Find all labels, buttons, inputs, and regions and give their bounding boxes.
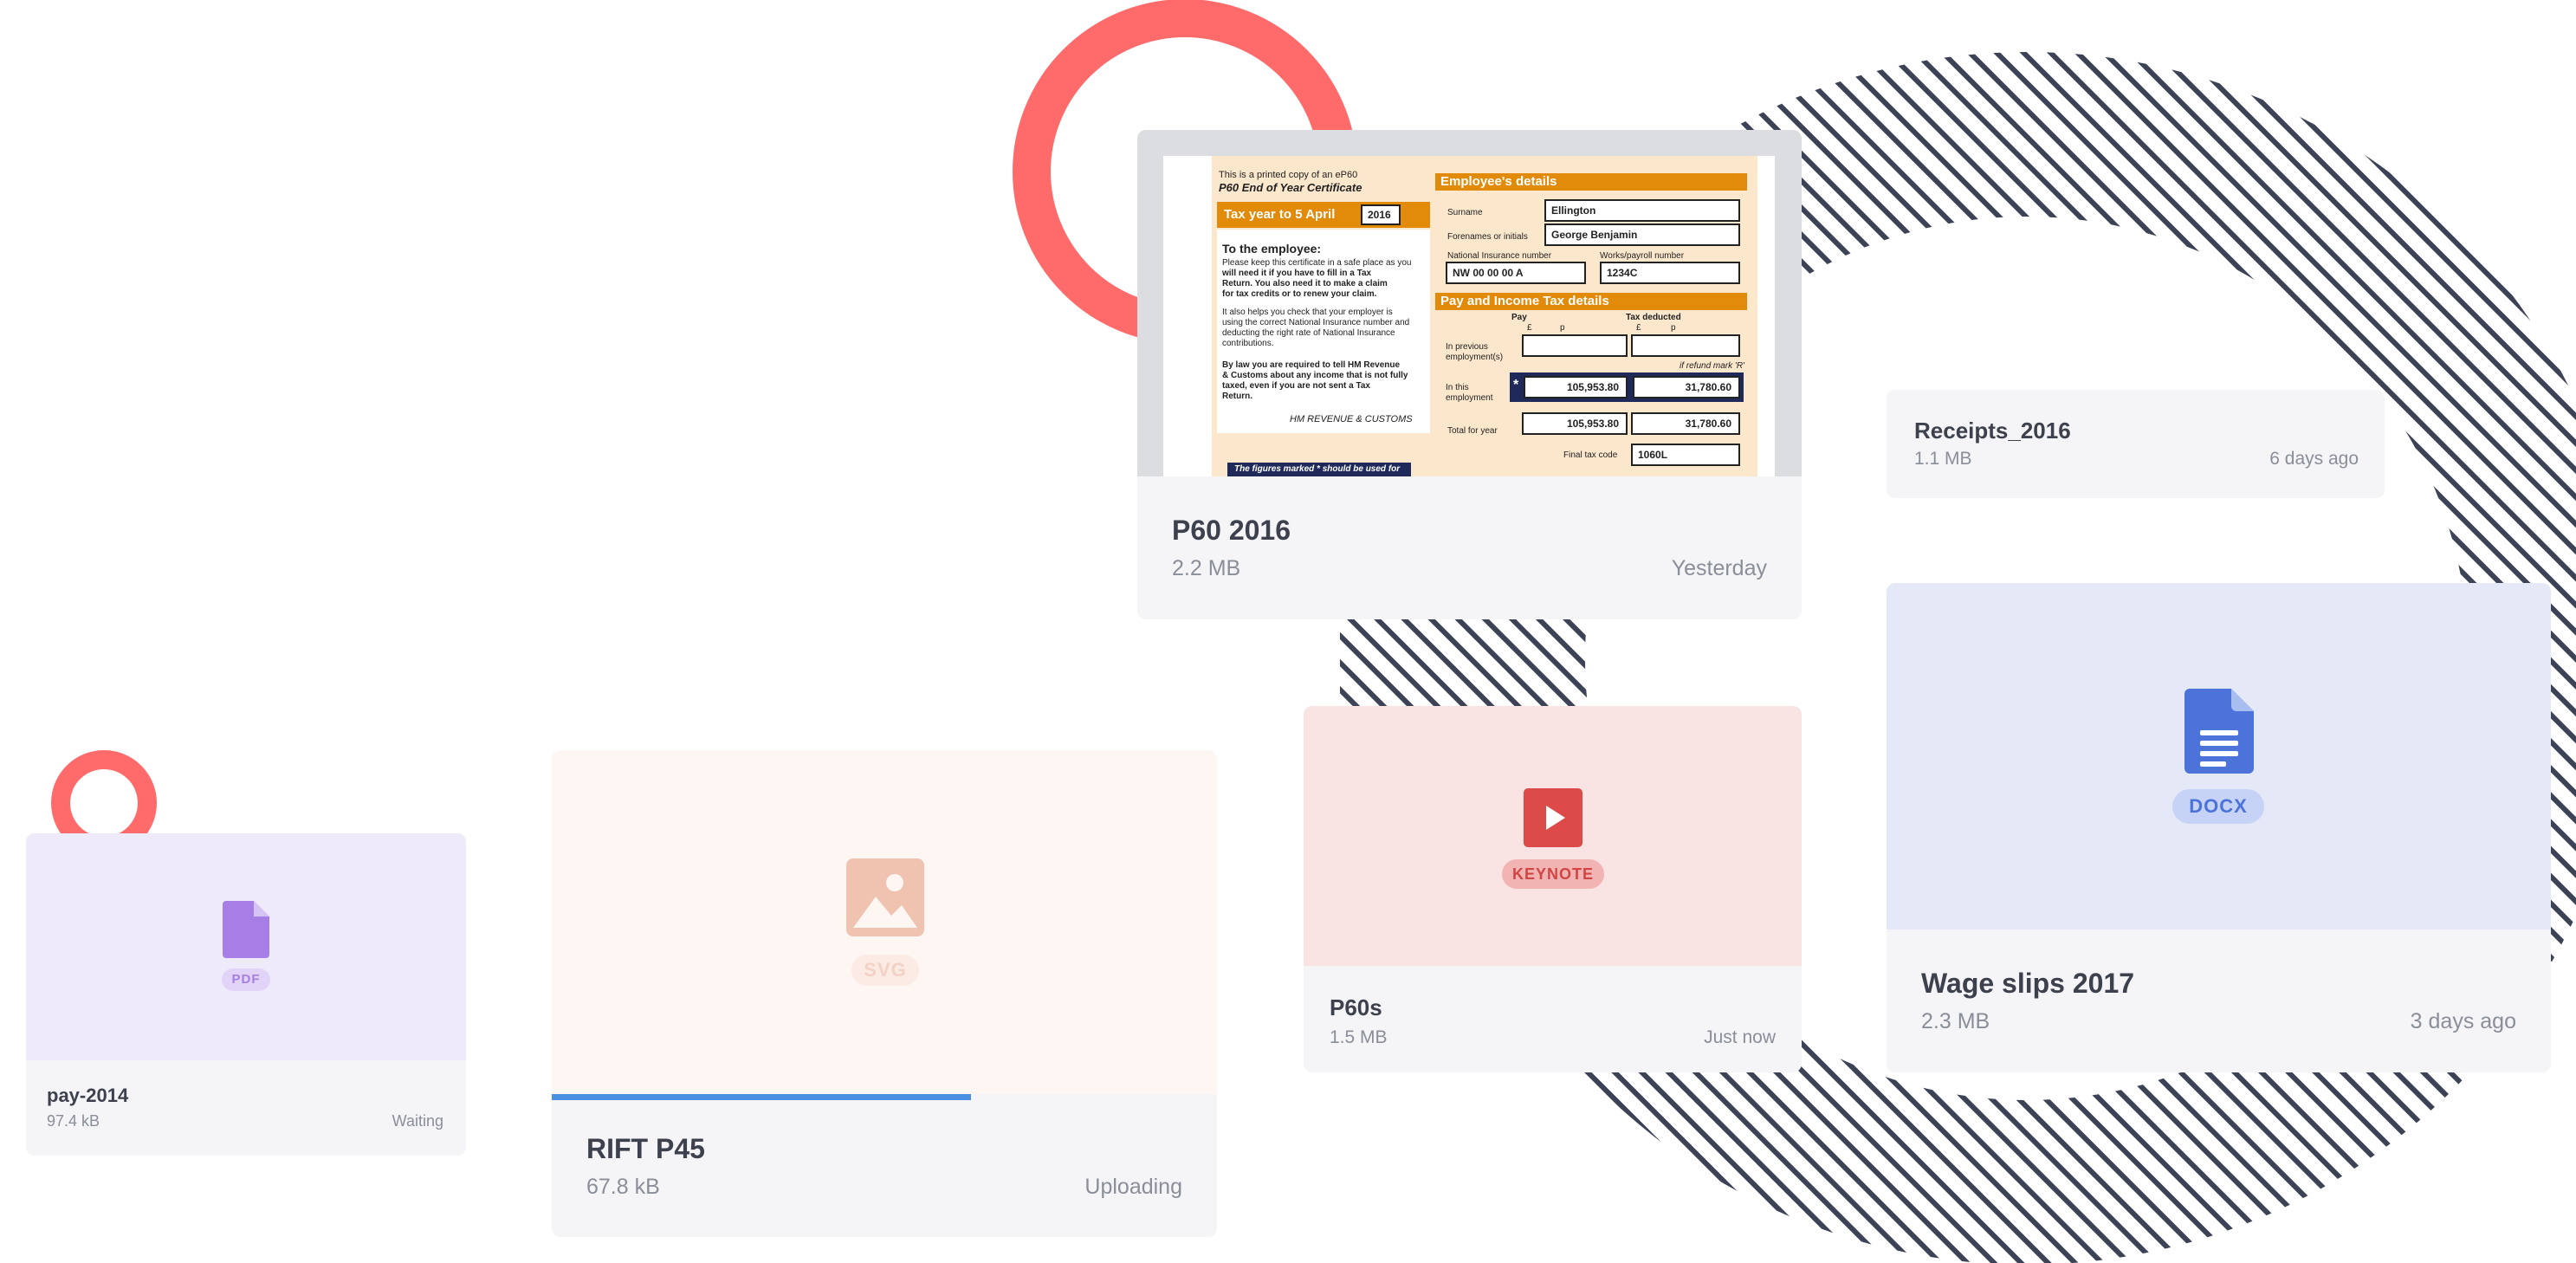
file-card-receipts-2016[interactable]: Receipts_2016 1.1 MB 6 days ago xyxy=(1887,390,2385,498)
file-card-pay-2014[interactable]: PDF pay-2014 97.4 kB Waiting xyxy=(26,833,466,1156)
file-size: 2.3 MB xyxy=(1921,1009,1990,1033)
file-preview: DOCX xyxy=(1887,583,2551,929)
file-card-p60-2016[interactable]: This is a printed copy of an eP60 P60 En… xyxy=(1137,130,1802,619)
file-status: Waiting xyxy=(392,1112,443,1130)
file-size: 1.1 MB xyxy=(1914,449,1972,469)
file-card-wage-slips-2017[interactable]: DOCX Wage slips 2017 2.3 MB 3 days ago xyxy=(1887,583,2551,1072)
file-status: 3 days ago xyxy=(2410,1009,2516,1033)
document-thumbnail: This is a printed copy of an eP60 P60 En… xyxy=(1163,156,1775,476)
file-preview: KEYNOTE xyxy=(1304,706,1802,966)
file-name: RIFT P45 xyxy=(586,1133,705,1164)
p60-certificate: This is a printed copy of an eP60 P60 En… xyxy=(1212,156,1757,476)
file-card-p60s[interactable]: KEYNOTE P60s 1.5 MB Just now xyxy=(1304,706,1802,1072)
file-status: Yesterday xyxy=(1671,556,1767,580)
file-card-rift-p45[interactable]: SVG RIFT P45 67.8 kB Uploading xyxy=(552,750,1217,1237)
file-preview: This is a printed copy of an eP60 P60 En… xyxy=(1137,130,1802,476)
file-name: P60s xyxy=(1330,994,1382,1020)
file-name: Wage slips 2017 xyxy=(1921,968,2135,999)
file-type-badge: PDF xyxy=(222,968,270,991)
upload-progress-bar xyxy=(552,1094,971,1100)
file-type-badge: SVG xyxy=(851,955,919,986)
file-name: pay-2014 xyxy=(47,1085,129,1106)
play-icon xyxy=(1524,788,1582,847)
google-docs-icon xyxy=(2184,689,2254,774)
image-icon xyxy=(846,858,924,936)
file-preview: PDF xyxy=(26,833,466,1060)
file-type-badge: KEYNOTE xyxy=(1502,859,1604,889)
file-status: Just now xyxy=(1704,1027,1776,1047)
document-icon xyxy=(223,901,269,958)
file-size: 97.4 kB xyxy=(47,1112,100,1130)
file-type-badge: DOCX xyxy=(2172,789,2264,824)
file-preview: SVG xyxy=(552,750,1217,1097)
upload-progress-track xyxy=(552,1094,1217,1100)
file-name: Receipts_2016 xyxy=(1914,418,2071,444)
file-status: Uploading xyxy=(1084,1175,1182,1199)
file-name: P60 2016 xyxy=(1172,515,1291,546)
file-status: 6 days ago xyxy=(2269,449,2359,469)
file-size: 1.5 MB xyxy=(1330,1027,1388,1047)
file-size: 67.8 kB xyxy=(586,1175,660,1199)
file-size: 2.2 MB xyxy=(1172,556,1241,580)
hatched-square xyxy=(1340,619,1515,715)
